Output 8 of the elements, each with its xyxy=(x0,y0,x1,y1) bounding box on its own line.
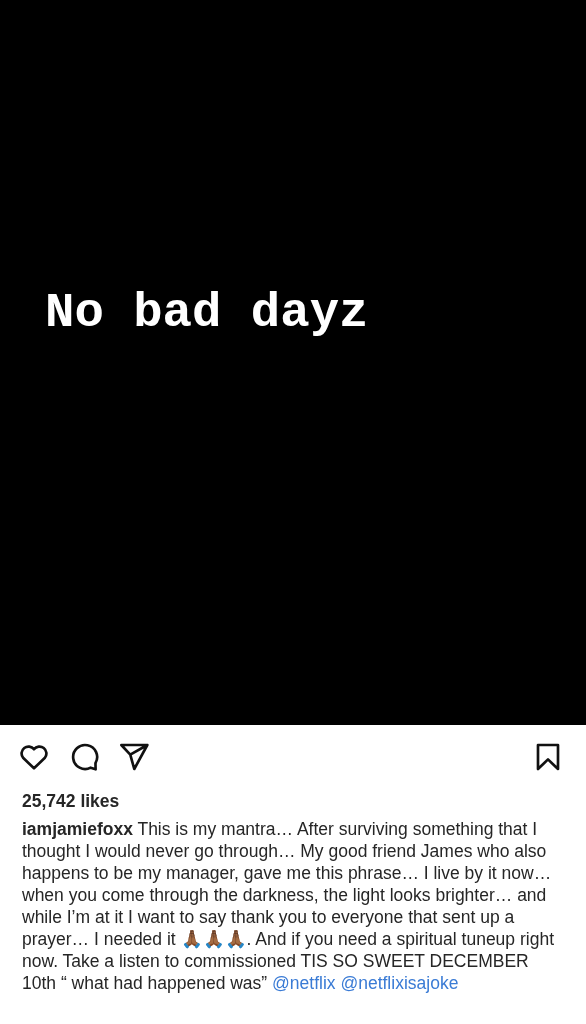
send-icon xyxy=(118,741,150,773)
send-button[interactable] xyxy=(118,741,150,773)
mention-link[interactable]: @netflix xyxy=(272,973,336,993)
like-count[interactable]: 25,742 likes xyxy=(0,773,586,812)
mention-link[interactable]: @netflixisajoke xyxy=(340,973,459,993)
username-link[interactable]: iamjamiefoxx xyxy=(22,819,133,839)
caption: iamjamiefoxx This is my mantra… After surviving something that I thought I would never go through… My good friend James who also happens to be my manager, gave me this phrase… I live by it now… when you come through the darkness, the light looks brighter… and while I’m at it I want to say thank you to everyone that sent up a prayer… I needed it 🙏🏾🙏🏾🙏🏾. And if you need a spiritual tuneup right now. Take a listen to commissioned TIS SO SWEET DECEMBER 10th “ what had happened was” @netflix @netflixisajoke xyxy=(21,818,555,994)
image-text: No bad dayz xyxy=(45,284,369,341)
